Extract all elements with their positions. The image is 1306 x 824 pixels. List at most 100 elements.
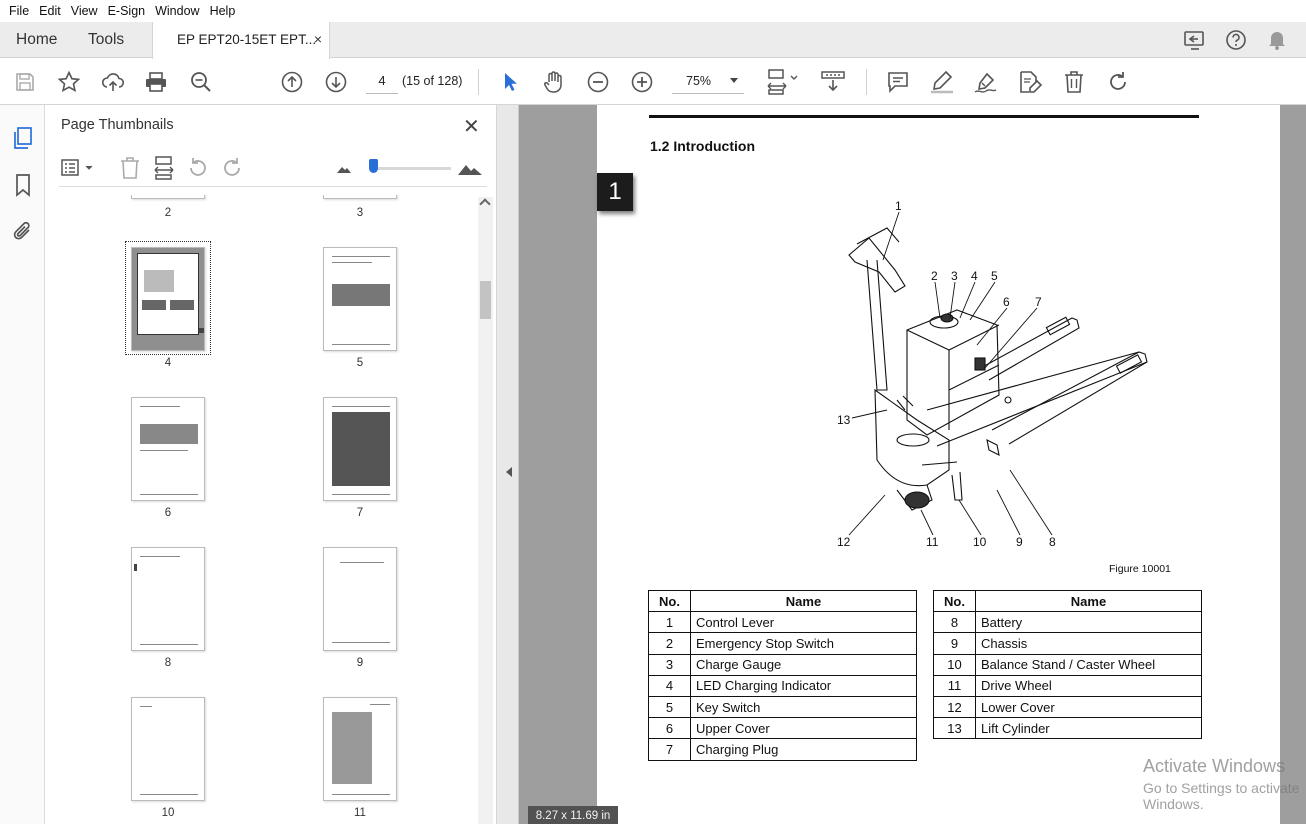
callout-7: 7: [1035, 295, 1042, 309]
thumbnail-page[interactable]: [323, 697, 397, 801]
zoom-level-select[interactable]: 75%: [672, 70, 744, 94]
thumbnail-label: 4: [164, 357, 172, 369]
menu-help[interactable]: Help: [205, 4, 241, 18]
tab-document[interactable]: EP EPT20-15ET EPT... ×: [152, 22, 330, 59]
page-size-badge: 8.27 x 11.69 in: [528, 806, 618, 824]
cell-no: 8: [933, 611, 976, 634]
toolbar-divider: [866, 69, 867, 95]
thumbnail-page[interactable]: [131, 397, 205, 501]
thumbnail-page[interactable]: [323, 247, 397, 351]
share-screen-icon[interactable]: [1183, 28, 1207, 52]
thumbnail-page-current[interactable]: [131, 247, 205, 351]
cell-no: 7: [648, 738, 691, 761]
rotate-clockwise-icon[interactable]: [219, 155, 245, 181]
small-mountain-icon: [331, 155, 357, 181]
thumbnail-label: 6: [164, 507, 172, 519]
delete-trash-icon[interactable]: [1061, 69, 1087, 95]
figure-caption: Figure 10001: [1109, 563, 1171, 575]
table-row: 4 LED Charging Indicator: [648, 674, 917, 697]
cell-no: 6: [648, 717, 691, 740]
main-toolbar: 4 (15 of 128) 75%: [0, 59, 1306, 105]
hand-tool-icon[interactable]: [541, 69, 567, 95]
callout-4: 4: [971, 269, 978, 283]
cell-no: 3: [648, 653, 691, 676]
menu-file[interactable]: File: [4, 4, 34, 18]
tab-home[interactable]: Home: [16, 31, 57, 49]
page-fit-icon[interactable]: [764, 69, 800, 95]
next-page-icon[interactable]: [323, 69, 349, 95]
menu-window[interactable]: Window: [150, 4, 204, 18]
collapse-panel-handle[interactable]: [497, 105, 519, 824]
select-cursor-icon[interactable]: [497, 69, 523, 95]
cell-no: 11: [933, 674, 976, 697]
table-row: 12 Lower Cover: [933, 695, 1202, 719]
attachments-paperclip-icon[interactable]: [10, 218, 36, 244]
cell-name: Balance Stand / Caster Wheel: [975, 653, 1202, 676]
cell-name: Upper Cover: [690, 717, 917, 740]
scroll-up-icon[interactable]: [479, 198, 491, 210]
close-panel-icon[interactable]: ✕: [463, 114, 480, 139]
column-header-name: Name: [975, 589, 1202, 613]
draw-freehand-icon[interactable]: [973, 69, 999, 95]
thumbnail-label: 7: [356, 507, 364, 519]
thumbnail-page[interactable]: [323, 547, 397, 651]
menu-edit[interactable]: Edit: [34, 4, 66, 18]
cell-name: Emergency Stop Switch: [690, 632, 917, 655]
thumbnail-label: 10: [161, 807, 175, 819]
cell-name: Drive Wheel: [975, 674, 1202, 697]
thumbnail-page[interactable]: [323, 195, 397, 199]
zoom-in-icon[interactable]: [629, 69, 655, 95]
star-bookmark-icon[interactable]: [56, 69, 82, 95]
thumbnail-page[interactable]: [131, 697, 205, 801]
thumbnail-page[interactable]: [131, 195, 205, 199]
thumbnail-page[interactable]: [131, 547, 205, 651]
cell-no: 10: [933, 653, 976, 676]
scroll-mode-icon[interactable]: [818, 69, 848, 95]
thumbnail-size-slider-handle[interactable]: [369, 159, 378, 173]
cell-no: 2: [648, 632, 691, 655]
close-tab-icon[interactable]: ×: [314, 31, 322, 47]
tab-tools[interactable]: Tools: [88, 31, 124, 49]
help-icon[interactable]: [1224, 28, 1248, 52]
print-icon[interactable]: [143, 69, 169, 95]
delete-page-icon[interactable]: [117, 155, 143, 181]
page-fit-icon[interactable]: [151, 155, 177, 181]
rotate-counterclockwise-icon[interactable]: [185, 155, 211, 181]
zoom-out-search-icon[interactable]: [188, 69, 214, 95]
previous-page-icon[interactable]: [279, 69, 305, 95]
toolbar-divider: [478, 69, 479, 95]
document-viewport[interactable]: 1.2 Introduction 1 1 2 3 4 5 6 7 8 9 10 …: [497, 105, 1306, 824]
save-icon[interactable]: [12, 69, 38, 95]
thumbnail-size-slider-track[interactable]: [375, 167, 451, 170]
bookmarks-icon[interactable]: [10, 172, 36, 198]
chapter-tab-marker: 1: [597, 173, 633, 211]
page-thumbnails-icon[interactable]: [10, 125, 36, 151]
page-number-input[interactable]: 4: [366, 70, 398, 94]
thumbnail-options-icon[interactable]: [59, 155, 97, 181]
menu-view[interactable]: View: [66, 4, 103, 18]
notifications-bell-icon[interactable]: [1265, 28, 1289, 52]
redo-rotate-icon[interactable]: [1105, 69, 1131, 95]
page-count-label: (15 of 128): [402, 74, 463, 88]
scrollbar-thumb[interactable]: [480, 281, 491, 319]
panel-title: Page Thumbnails: [61, 117, 174, 133]
callout-1: 1: [895, 200, 902, 213]
thumbnail-label: 5: [356, 357, 364, 369]
callout-12: 12: [837, 535, 851, 549]
zoom-out-icon[interactable]: [585, 69, 611, 95]
zoom-level-value: 75%: [686, 74, 712, 88]
upload-cloud-icon[interactable]: [100, 69, 126, 95]
cell-name: Control Lever: [690, 611, 917, 634]
thumbnail-page[interactable]: [323, 397, 397, 501]
column-header-no: No.: [648, 589, 691, 613]
callout-10: 10: [973, 535, 987, 549]
thumbnail-scrollbar[interactable]: [478, 197, 493, 824]
comment-icon[interactable]: [885, 69, 911, 95]
callout-6: 6: [1003, 295, 1010, 309]
menu-esign[interactable]: E-Sign: [103, 4, 151, 18]
edit-pdf-icon[interactable]: [1017, 69, 1043, 95]
thumbnail-label: 8: [164, 657, 172, 669]
table-row: 11 Drive Wheel: [933, 674, 1202, 697]
table-row: 13 Lift Cylinder: [933, 717, 1202, 740]
highlight-pen-icon[interactable]: [929, 69, 955, 95]
